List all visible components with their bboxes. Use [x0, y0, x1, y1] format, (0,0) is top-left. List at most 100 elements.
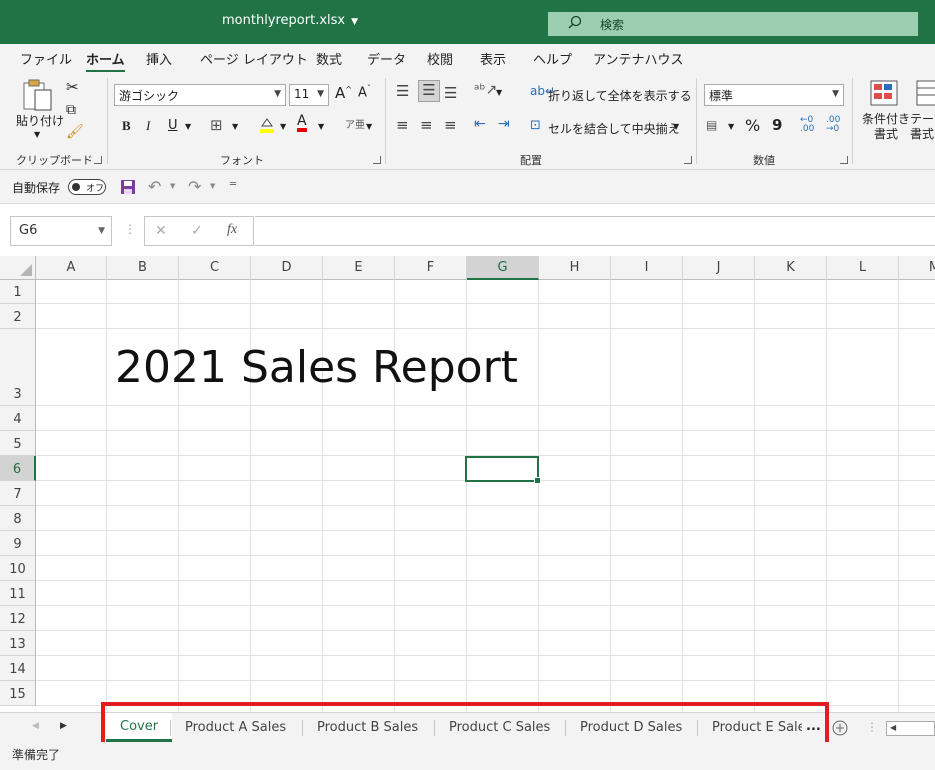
decrease-decimal-icon[interactable]: .00 →0	[826, 116, 840, 134]
row-header-6[interactable]: 6	[0, 456, 36, 481]
dialog-launcher-icon[interactable]	[94, 156, 102, 164]
chevron-down-icon[interactable]: ▼	[210, 182, 215, 190]
chevron-down-icon[interactable]: ▼	[185, 122, 191, 131]
tab-antennahouse[interactable]: アンテナハウス	[593, 49, 683, 68]
insert-function-icon[interactable]: fx	[227, 222, 237, 238]
column-header-F[interactable]: F	[395, 256, 467, 280]
scroll-left-icon[interactable]: ◀	[890, 723, 896, 732]
comma-button[interactable]: 9	[772, 116, 782, 134]
column-header-C[interactable]: C	[179, 256, 251, 280]
row-header-7[interactable]: 7	[0, 481, 36, 506]
cut-icon[interactable]: ✂	[66, 78, 79, 96]
active-cell-G6[interactable]	[465, 456, 541, 484]
chevron-down-icon[interactable]: ▼	[318, 122, 324, 131]
align-center-icon[interactable]: ≡	[420, 116, 433, 134]
borders-icon[interactable]: ⊞	[210, 116, 223, 134]
tab-insert[interactable]: 挿入	[146, 49, 172, 68]
bold-button[interactable]: B	[122, 118, 131, 134]
column-header-H[interactable]: H	[539, 256, 611, 280]
customize-qat-icon[interactable]: ═	[230, 179, 236, 190]
chevron-down-icon[interactable]: ▼	[728, 122, 734, 131]
paste-icon[interactable]	[22, 78, 54, 112]
row-header-12[interactable]: 12	[0, 606, 36, 631]
paste-button[interactable]: 貼り付け	[16, 112, 64, 129]
row-header-2[interactable]: 2	[0, 304, 36, 329]
row-header-11[interactable]: 11	[0, 581, 36, 606]
font-name-select[interactable]: 游ゴシック ▼	[114, 84, 286, 106]
merge-center-button[interactable]: セルを結合して中央揃え	[548, 120, 680, 137]
format-as-table-button[interactable]: テーブ 書式	[910, 112, 935, 142]
row-header-15[interactable]: 15	[0, 681, 36, 706]
increase-decimal-icon[interactable]: ←0.00	[800, 116, 814, 134]
format-painter-icon[interactable]: 🖌	[66, 124, 84, 140]
chevron-down-icon[interactable]: ▼	[673, 122, 679, 131]
underline-button[interactable]: U	[168, 118, 178, 133]
align-left-icon[interactable]: ≡	[396, 116, 409, 134]
formula-input[interactable]	[255, 216, 935, 246]
chevron-down-icon[interactable]: ▼	[496, 88, 502, 97]
column-header-L[interactable]: L	[827, 256, 899, 280]
dialog-launcher-icon[interactable]	[684, 156, 692, 164]
align-bottom-icon[interactable]: ☰	[444, 84, 457, 102]
row-header-3[interactable]: 3	[0, 329, 36, 406]
add-sheet-icon[interactable]	[832, 720, 848, 736]
search-box[interactable]: 検索	[548, 12, 918, 36]
chevron-down-icon[interactable]: ▼	[34, 130, 40, 139]
redo-icon[interactable]: ↷	[188, 177, 201, 196]
column-header-D[interactable]: D	[251, 256, 323, 280]
column-header-B[interactable]: B	[107, 256, 179, 280]
conditional-formatting-icon[interactable]	[870, 80, 898, 106]
phonetic-icon[interactable]: ア亜	[345, 116, 365, 131]
column-header-I[interactable]: I	[611, 256, 683, 280]
chevron-down-icon[interactable]: ▼	[366, 122, 372, 131]
shrink-font-icon[interactable]: Aˇ	[358, 84, 371, 100]
row-header-14[interactable]: 14	[0, 656, 36, 681]
decrease-indent-icon[interactable]: ⇤	[474, 116, 486, 132]
column-header-K[interactable]: K	[755, 256, 827, 280]
align-right-icon[interactable]: ≡	[444, 116, 457, 134]
grow-font-icon[interactable]: A^	[335, 84, 352, 102]
copy-icon[interactable]: ⧉	[66, 102, 76, 118]
align-middle-icon[interactable]: ☰	[418, 80, 440, 102]
name-box[interactable]: G6 ▼	[10, 216, 112, 246]
percent-button[interactable]: %	[745, 116, 760, 135]
column-header-G[interactable]: G	[467, 256, 539, 280]
row-header-10[interactable]: 10	[0, 556, 36, 581]
fill-color-icon[interactable]	[258, 116, 276, 134]
accounting-format-icon[interactable]: ▤	[706, 118, 717, 132]
conditional-formatting-button[interactable]: 条件付き 書式	[862, 112, 910, 142]
select-all-button[interactable]	[0, 256, 36, 280]
scroll-tabs-left-icon[interactable]: ◀	[32, 721, 39, 731]
tab-help[interactable]: ヘルプ	[533, 49, 572, 68]
chevron-down-icon[interactable]: ▼	[232, 122, 238, 131]
row-header-5[interactable]: 5	[0, 431, 36, 456]
orientation-icon[interactable]: ᵃᵇ↗	[474, 82, 497, 98]
worksheet-grid[interactable]: ABCDEFGHIJKLM 1 2 3 4 5 6 7 8 9 10 11 12 13 14 15 2021…	[0, 256, 935, 712]
column-header-J[interactable]: J	[683, 256, 755, 280]
tab-formulas[interactable]: 数式	[316, 49, 342, 68]
increase-indent-icon[interactable]: ⇥	[498, 116, 510, 132]
column-header-A[interactable]: A	[36, 256, 107, 280]
chevron-down-icon[interactable]: ▼	[280, 122, 286, 131]
tab-data[interactable]: データ	[367, 49, 406, 68]
wrap-text-button[interactable]: 折り返して全体を表示する	[548, 87, 692, 104]
font-color-icon[interactable]: A	[297, 114, 307, 132]
cancel-icon[interactable]: ✕	[155, 223, 167, 239]
chevron-down-icon[interactable]: ▼	[170, 182, 175, 190]
autosave-toggle[interactable]: オフ	[68, 179, 106, 195]
enter-icon[interactable]: ✓	[191, 223, 203, 239]
column-header-M[interactable]: M	[899, 256, 935, 280]
number-format-select[interactable]: 標準 ▼	[704, 84, 844, 106]
save-icon[interactable]	[120, 179, 136, 195]
tab-page-layout[interactable]: ページ レイアウト	[200, 49, 308, 68]
scroll-tabs-right-icon[interactable]: ▶	[60, 721, 67, 731]
horizontal-scrollbar[interactable]: ◀	[886, 721, 935, 736]
italic-button[interactable]: I	[146, 118, 150, 134]
tab-view[interactable]: 表示	[480, 49, 506, 68]
undo-icon[interactable]: ↶	[148, 177, 161, 196]
row-header-8[interactable]: 8	[0, 506, 36, 531]
window-title[interactable]: monthlyreport.xlsx ▼	[222, 13, 358, 28]
row-header-1[interactable]: 1	[0, 280, 36, 304]
font-size-select[interactable]: 11 ▼	[289, 84, 329, 106]
format-as-table-icon[interactable]	[916, 80, 935, 106]
